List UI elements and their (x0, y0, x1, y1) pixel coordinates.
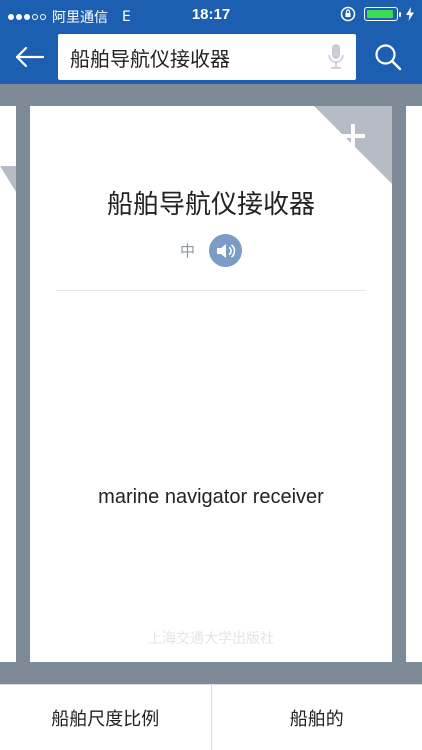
mic-icon (328, 44, 344, 69)
search-box[interactable] (58, 34, 356, 80)
search-icon (375, 44, 402, 71)
plus-icon (314, 106, 392, 184)
related-terms-bar: 船舶尺度比例 船舶的 (0, 684, 422, 750)
language-label: 中 (179, 242, 195, 260)
related-term-item[interactable]: 船舶尺度比例 (0, 685, 211, 750)
lock-rotation-icon (340, 6, 356, 22)
speaker-button[interactable] (209, 234, 242, 267)
header-bar: 阿里通信 E 18:17 (0, 0, 422, 84)
add-to-wordbook-button[interactable] (314, 106, 392, 184)
previous-card[interactable] (0, 106, 16, 662)
card-corner-fold (0, 166, 16, 192)
term-card: 船舶导航仪接收器 中 marine navigator receiver 上海交… (30, 106, 392, 662)
charging-icon (406, 7, 414, 21)
back-button[interactable] (10, 40, 50, 74)
battery-icon (364, 7, 401, 21)
next-card[interactable] (406, 106, 422, 662)
translation-text: marine navigator receiver (98, 486, 324, 508)
back-arrow-icon (15, 46, 45, 68)
speaker-icon (216, 243, 235, 258)
related-term-item[interactable]: 船舶的 (210, 685, 422, 750)
status-bar: 阿里通信 E 18:17 (0, 0, 422, 30)
search-button[interactable] (368, 40, 408, 74)
card-carousel[interactable]: 船舶导航仪接收器 中 marine navigator receiver 上海交… (0, 84, 422, 684)
mic-button[interactable] (326, 43, 346, 71)
plus-icon (0, 126, 10, 130)
search-input[interactable] (70, 34, 320, 80)
divider (56, 290, 366, 291)
term-title: 船舶导航仪接收器 (106, 190, 315, 220)
publisher-label: 上海交通大学出版社 (148, 631, 274, 647)
